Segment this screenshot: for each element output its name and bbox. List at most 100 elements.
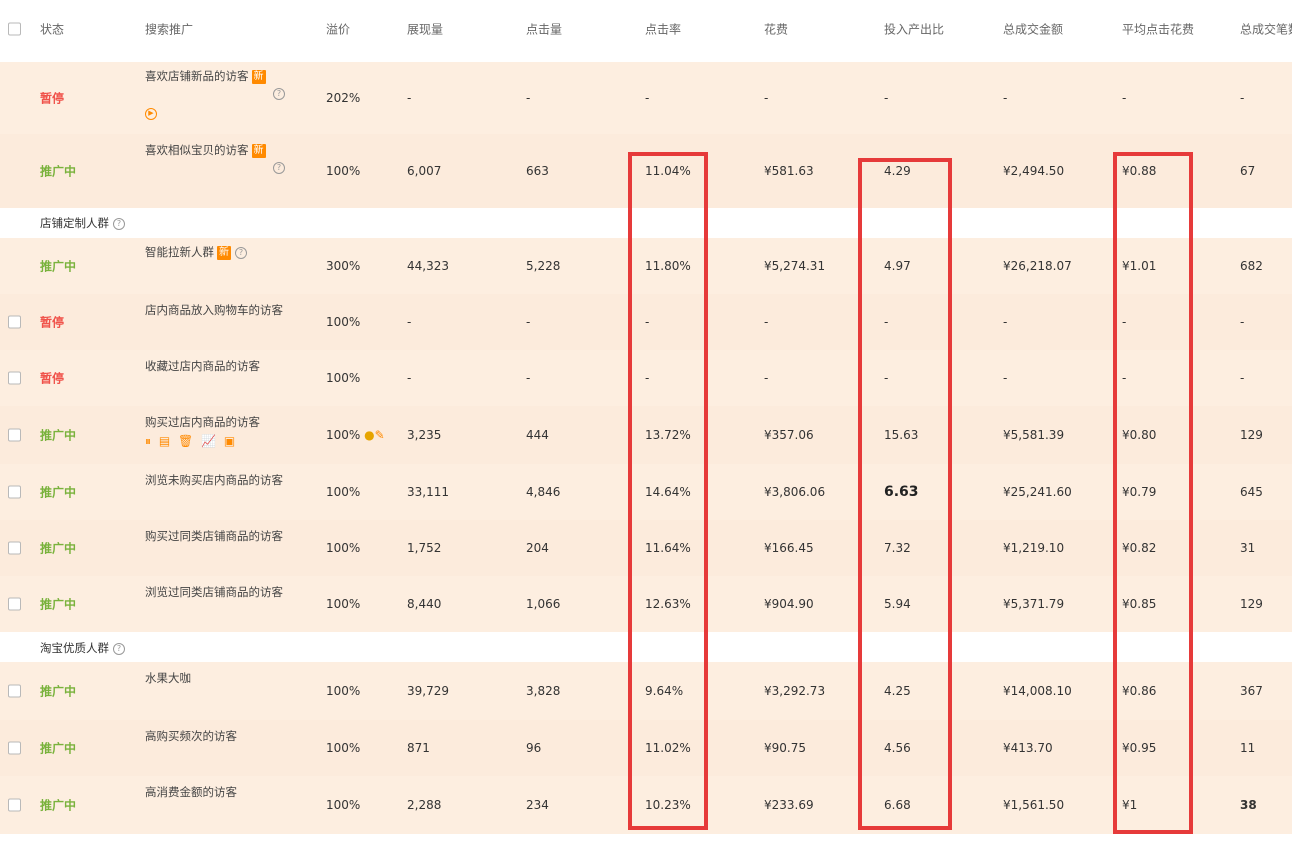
status-label[interactable]: 推广中 bbox=[40, 258, 76, 275]
premium-value[interactable]: 100% bbox=[326, 164, 360, 178]
col-orders[interactable]: 总成交笔数 bbox=[1240, 21, 1292, 38]
status-label[interactable]: 推广中 bbox=[40, 163, 76, 180]
col-search-promo[interactable]: 搜索推广 bbox=[145, 21, 193, 38]
row-checkbox[interactable] bbox=[8, 597, 21, 611]
row-checkbox[interactable] bbox=[8, 485, 21, 499]
orders-value: 682 bbox=[1240, 259, 1263, 273]
status-label[interactable]: 推广中 bbox=[40, 797, 76, 814]
cost-value: ¥166.45 bbox=[764, 541, 814, 555]
row-checkbox[interactable] bbox=[8, 428, 21, 442]
premium-value[interactable]: 100% bbox=[326, 741, 360, 755]
audience-cell: 智能拉新人群新? bbox=[145, 244, 247, 260]
audience-name: 购买过同类店铺商品的访客 bbox=[145, 529, 283, 543]
gmv-value: - bbox=[1003, 315, 1008, 329]
row-checkbox[interactable] bbox=[8, 684, 21, 698]
clicks-value: 96 bbox=[526, 741, 542, 755]
status-label[interactable]: 暂停 bbox=[40, 90, 64, 107]
clipboard-icon[interactable]: ▤ bbox=[159, 434, 170, 448]
row-checkbox[interactable] bbox=[8, 798, 21, 812]
clicks-value: - bbox=[526, 315, 531, 329]
ctr-value: - bbox=[645, 91, 650, 105]
cost-value: ¥3,806.06 bbox=[764, 485, 826, 499]
premium-value[interactable]: 300% bbox=[326, 259, 360, 273]
gmv-value: ¥5,371.79 bbox=[1003, 597, 1065, 611]
premium-value[interactable]: 100% bbox=[326, 485, 360, 499]
impressions-value: - bbox=[407, 315, 412, 329]
status-label[interactable]: 推广中 bbox=[40, 484, 76, 501]
audience-name: 喜欢店铺新品的访客 bbox=[145, 69, 249, 83]
avg-cpc-value: ¥0.79 bbox=[1122, 485, 1157, 499]
orders-value: 129 bbox=[1240, 597, 1263, 611]
premium-value[interactable]: 100% bbox=[326, 371, 360, 385]
impressions-value: 39,729 bbox=[407, 684, 449, 698]
help-icon[interactable]: ? bbox=[273, 161, 285, 174]
delete-icon[interactable]: 🗑 bbox=[178, 434, 193, 448]
clicks-value: - bbox=[526, 371, 531, 385]
col-impressions[interactable]: 展现量 bbox=[407, 21, 443, 38]
roi-value: 5.94 bbox=[884, 597, 911, 611]
report-icon[interactable]: ▣ bbox=[224, 434, 235, 448]
premium-value[interactable]: 100% bbox=[326, 315, 360, 329]
impressions-value: 3,235 bbox=[407, 428, 442, 442]
status-label[interactable]: 推广中 bbox=[40, 540, 76, 557]
roi-value: 4.56 bbox=[884, 741, 911, 755]
ctr-value: 9.64% bbox=[645, 684, 684, 698]
play-icon[interactable]: ▶ bbox=[145, 108, 157, 120]
col-premium[interactable]: 溢价 bbox=[326, 21, 350, 38]
help-icon[interactable]: ? bbox=[273, 87, 285, 100]
col-clicks[interactable]: 点击量 bbox=[526, 21, 562, 38]
avg-cpc-value: ¥0.80 bbox=[1122, 428, 1157, 442]
gmv-value: ¥1,561.50 bbox=[1003, 798, 1065, 812]
audience-name: 购买过店内商品的访客 bbox=[145, 415, 260, 429]
row-checkbox[interactable] bbox=[8, 541, 21, 555]
row-checkbox[interactable] bbox=[8, 315, 21, 329]
status-label[interactable]: 推广中 bbox=[40, 596, 76, 613]
person-icon[interactable]: ● bbox=[364, 428, 374, 442]
avg-cpc-value: ¥1 bbox=[1122, 798, 1138, 812]
impressions-value: 33,111 bbox=[407, 485, 449, 499]
help-icon[interactable]: ? bbox=[113, 642, 125, 655]
edit-icon[interactable]: ✎ bbox=[375, 428, 385, 442]
col-ctr[interactable]: 点击率 bbox=[645, 21, 681, 38]
premium-value[interactable]: 100% bbox=[326, 684, 360, 698]
premium-value[interactable]: 202% bbox=[326, 91, 360, 105]
premium-value[interactable]: 100% bbox=[326, 541, 360, 555]
status-label[interactable]: 暂停 bbox=[40, 370, 64, 387]
table-row: 暂停 喜欢店铺新品的访客新 ? ▶ 202% - - - - - - - - bbox=[0, 62, 1292, 134]
audience-name: 浏览未购买店内商品的访客 bbox=[145, 473, 283, 487]
col-cost[interactable]: 花费 bbox=[764, 21, 788, 38]
avg-cpc-value: - bbox=[1122, 315, 1127, 329]
cost-value: - bbox=[764, 315, 769, 329]
table-row: 推广中 高购买频次的访客 100% 871 96 11.02% ¥90.75 4… bbox=[0, 720, 1292, 776]
col-status[interactable]: 状态 bbox=[40, 21, 64, 38]
status-label[interactable]: 推广中 bbox=[40, 683, 76, 700]
premium-value[interactable]: 100% bbox=[326, 428, 360, 442]
chart-icon[interactable]: 📈 bbox=[201, 434, 216, 448]
help-icon[interactable]: ? bbox=[113, 217, 125, 230]
status-label[interactable]: 推广中 bbox=[40, 740, 76, 757]
gmv-value: ¥14,008.10 bbox=[1003, 684, 1072, 698]
help-icon[interactable]: ? bbox=[235, 246, 247, 259]
gmv-value: ¥25,241.60 bbox=[1003, 485, 1072, 499]
avg-cpc-value: ¥1.01 bbox=[1122, 259, 1157, 273]
roi-value: 7.32 bbox=[884, 541, 911, 555]
col-avg-cpc[interactable]: 平均点击花费 bbox=[1122, 21, 1194, 38]
new-badge: 新 bbox=[217, 245, 231, 260]
status-label[interactable]: 推广中 bbox=[40, 427, 76, 444]
select-all-checkbox[interactable] bbox=[8, 22, 21, 36]
clicks-value: 3,828 bbox=[526, 684, 561, 698]
col-gmv[interactable]: 总成交金额 bbox=[1003, 21, 1063, 38]
premium-value[interactable]: 100% bbox=[326, 798, 360, 812]
premium-value[interactable]: 100% bbox=[326, 597, 360, 611]
group-header: 店铺定制人群? bbox=[0, 208, 1292, 238]
status-label[interactable]: 暂停 bbox=[40, 314, 64, 331]
row-checkbox[interactable] bbox=[8, 371, 21, 385]
gmv-value: ¥26,218.07 bbox=[1003, 259, 1072, 273]
cost-value: ¥5,274.31 bbox=[764, 259, 826, 273]
cost-value: ¥90.75 bbox=[764, 741, 806, 755]
avg-cpc-value: ¥0.88 bbox=[1122, 164, 1157, 178]
pause-icon[interactable]: ⏸ bbox=[145, 434, 151, 449]
col-roi[interactable]: 投入产出比 bbox=[884, 21, 944, 38]
row-checkbox[interactable] bbox=[8, 741, 21, 755]
audience-name: 高购买频次的访客 bbox=[145, 729, 237, 743]
